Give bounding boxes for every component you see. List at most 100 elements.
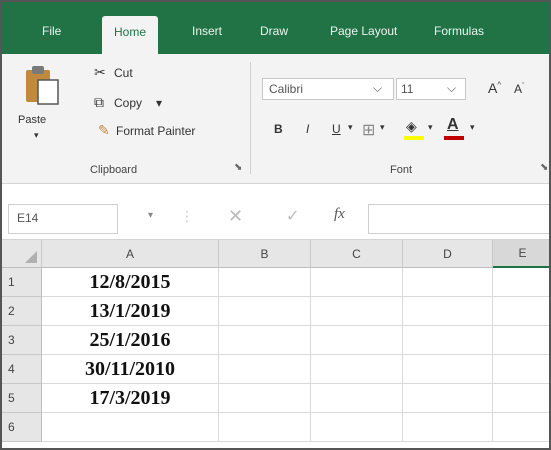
cell-a3[interactable]: 25/1/2016: [42, 326, 219, 355]
cell-e4[interactable]: [493, 355, 549, 384]
cell-a1[interactable]: 12/8/2015: [42, 268, 219, 297]
copy-dropdown-icon[interactable]: ▾: [156, 96, 162, 110]
cut-label: Cut: [114, 66, 133, 80]
font-size-box[interactable]: 11 ⌵: [396, 78, 466, 100]
column-header-d[interactable]: D: [403, 240, 493, 268]
insert-function-icon[interactable]: fx: [334, 206, 345, 223]
ribbon-tab-bar: File Home Insert Draw Page Layout Formul…: [2, 2, 549, 54]
font-color-bar: [444, 136, 464, 140]
clipboard-launcher-icon[interactable]: ⬊: [234, 162, 242, 173]
paintbrush-icon: ✎: [98, 122, 110, 138]
ribbon-divider: [250, 62, 251, 174]
font-color-dropdown-icon[interactable]: ▾: [470, 122, 475, 133]
borders-icon[interactable]: ⊞: [362, 120, 375, 140]
cell-e3[interactable]: [493, 326, 549, 355]
cell-e5[interactable]: [493, 384, 549, 413]
cell-c4[interactable]: [311, 355, 403, 384]
paste-button[interactable]: Paste ▾: [16, 64, 68, 152]
name-box[interactable]: E14: [8, 204, 118, 234]
cell-d6[interactable]: [403, 413, 493, 442]
row-header[interactable]: 5: [2, 384, 42, 413]
cell-d2[interactable]: [403, 297, 493, 326]
borders-dropdown-icon[interactable]: ▾: [380, 122, 385, 133]
cell-c5[interactable]: [311, 384, 403, 413]
enter-icon[interactable]: ✓: [286, 206, 299, 226]
row-header[interactable]: 4: [2, 355, 42, 384]
cell-a6[interactable]: [42, 413, 219, 442]
row-header[interactable]: 2: [2, 297, 42, 326]
font-name-dropdown-icon[interactable]: ⌵: [373, 81, 382, 96]
cell-c2[interactable]: [311, 297, 403, 326]
cell-d1[interactable]: [403, 268, 493, 297]
copy-icon: ⧉: [94, 94, 104, 110]
paste-label: Paste: [18, 114, 47, 126]
grow-font-button[interactable]: A^: [488, 80, 501, 96]
cancel-icon[interactable]: ✕: [228, 206, 243, 227]
formula-bar-more-icon: ⋮: [180, 208, 194, 224]
format-painter-label: Format Painter: [116, 124, 196, 138]
tab-file[interactable]: File: [42, 24, 61, 38]
tab-insert[interactable]: Insert: [192, 24, 222, 38]
row-header[interactable]: 1: [2, 268, 42, 297]
cell-d4[interactable]: [403, 355, 493, 384]
row-header[interactable]: 6: [2, 413, 42, 442]
copy-label: Copy: [114, 96, 143, 110]
font-size-value: 11: [401, 82, 414, 96]
font-name-value: Calibri: [269, 82, 304, 96]
excel-window: File Home Insert Draw Page Layout Formul…: [0, 0, 551, 450]
tab-home[interactable]: Home: [102, 16, 159, 54]
cell-a5[interactable]: 17/3/2019: [42, 384, 219, 413]
grow-font-icon: A: [488, 80, 498, 96]
name-box-value: E14: [17, 211, 39, 225]
fill-color-button[interactable]: ◈: [404, 118, 428, 142]
select-all-corner[interactable]: [2, 240, 42, 268]
shrink-font-button[interactable]: Aˇ: [514, 82, 524, 96]
cell-b3[interactable]: [219, 326, 311, 355]
font-launcher-icon[interactable]: ⬊: [540, 162, 548, 173]
formula-bar: E14 ▾ ⋮ ✕ ✓ fx: [2, 198, 549, 240]
ribbon-home: Paste ▾ ✂ Cut ⧉ Copy ▾ ✎ Format Painter …: [2, 54, 549, 184]
cell-e6[interactable]: [493, 413, 549, 442]
name-box-dropdown-icon[interactable]: ▾: [148, 210, 153, 221]
row-header[interactable]: 3: [2, 326, 42, 355]
tab-draw[interactable]: Draw: [260, 24, 288, 38]
paste-icon: [26, 66, 59, 105]
tab-page-layout[interactable]: Page Layout: [330, 24, 397, 38]
scissors-icon: ✂: [94, 64, 106, 80]
paste-dropdown-icon[interactable]: ▾: [34, 130, 39, 141]
font-color-icon: A: [447, 116, 459, 133]
cell-c1[interactable]: [311, 268, 403, 297]
fill-color-dropdown-icon[interactable]: ▾: [428, 122, 433, 133]
font-size-dropdown-icon[interactable]: ⌵: [447, 81, 456, 96]
bold-button[interactable]: B: [274, 122, 283, 136]
shrink-font-icon: A: [514, 82, 523, 96]
column-header-a[interactable]: A: [42, 240, 219, 268]
underline-button[interactable]: U: [332, 122, 341, 136]
cell-e1[interactable]: [493, 268, 549, 297]
cell-a2[interactable]: 13/1/2019: [42, 297, 219, 326]
paint-bucket-icon: ◈: [406, 118, 417, 134]
column-header-e[interactable]: E: [493, 240, 549, 268]
cell-b2[interactable]: [219, 297, 311, 326]
column-header-b[interactable]: B: [219, 240, 311, 268]
underline-dropdown-icon[interactable]: ▾: [348, 122, 353, 133]
cell-b6[interactable]: [219, 413, 311, 442]
cell-a4[interactable]: 30/11/2010: [42, 355, 219, 384]
italic-button[interactable]: I: [306, 122, 309, 136]
cell-d3[interactable]: [403, 326, 493, 355]
cell-b5[interactable]: [219, 384, 311, 413]
cell-d5[interactable]: [403, 384, 493, 413]
cell-b4[interactable]: [219, 355, 311, 384]
font-color-button[interactable]: A: [444, 116, 468, 142]
cell-c3[interactable]: [311, 326, 403, 355]
cell-c6[interactable]: [311, 413, 403, 442]
cell-b1[interactable]: [219, 268, 311, 297]
fill-color-bar: [404, 136, 424, 140]
column-header-c[interactable]: C: [311, 240, 403, 268]
formula-input[interactable]: [368, 204, 549, 234]
cell-e2[interactable]: [493, 297, 549, 326]
clipboard-group-label: Clipboard: [90, 164, 138, 176]
font-group-label: Font: [390, 164, 413, 176]
tab-formulas[interactable]: Formulas: [434, 24, 484, 38]
font-name-box[interactable]: Calibri ⌵: [262, 78, 394, 100]
